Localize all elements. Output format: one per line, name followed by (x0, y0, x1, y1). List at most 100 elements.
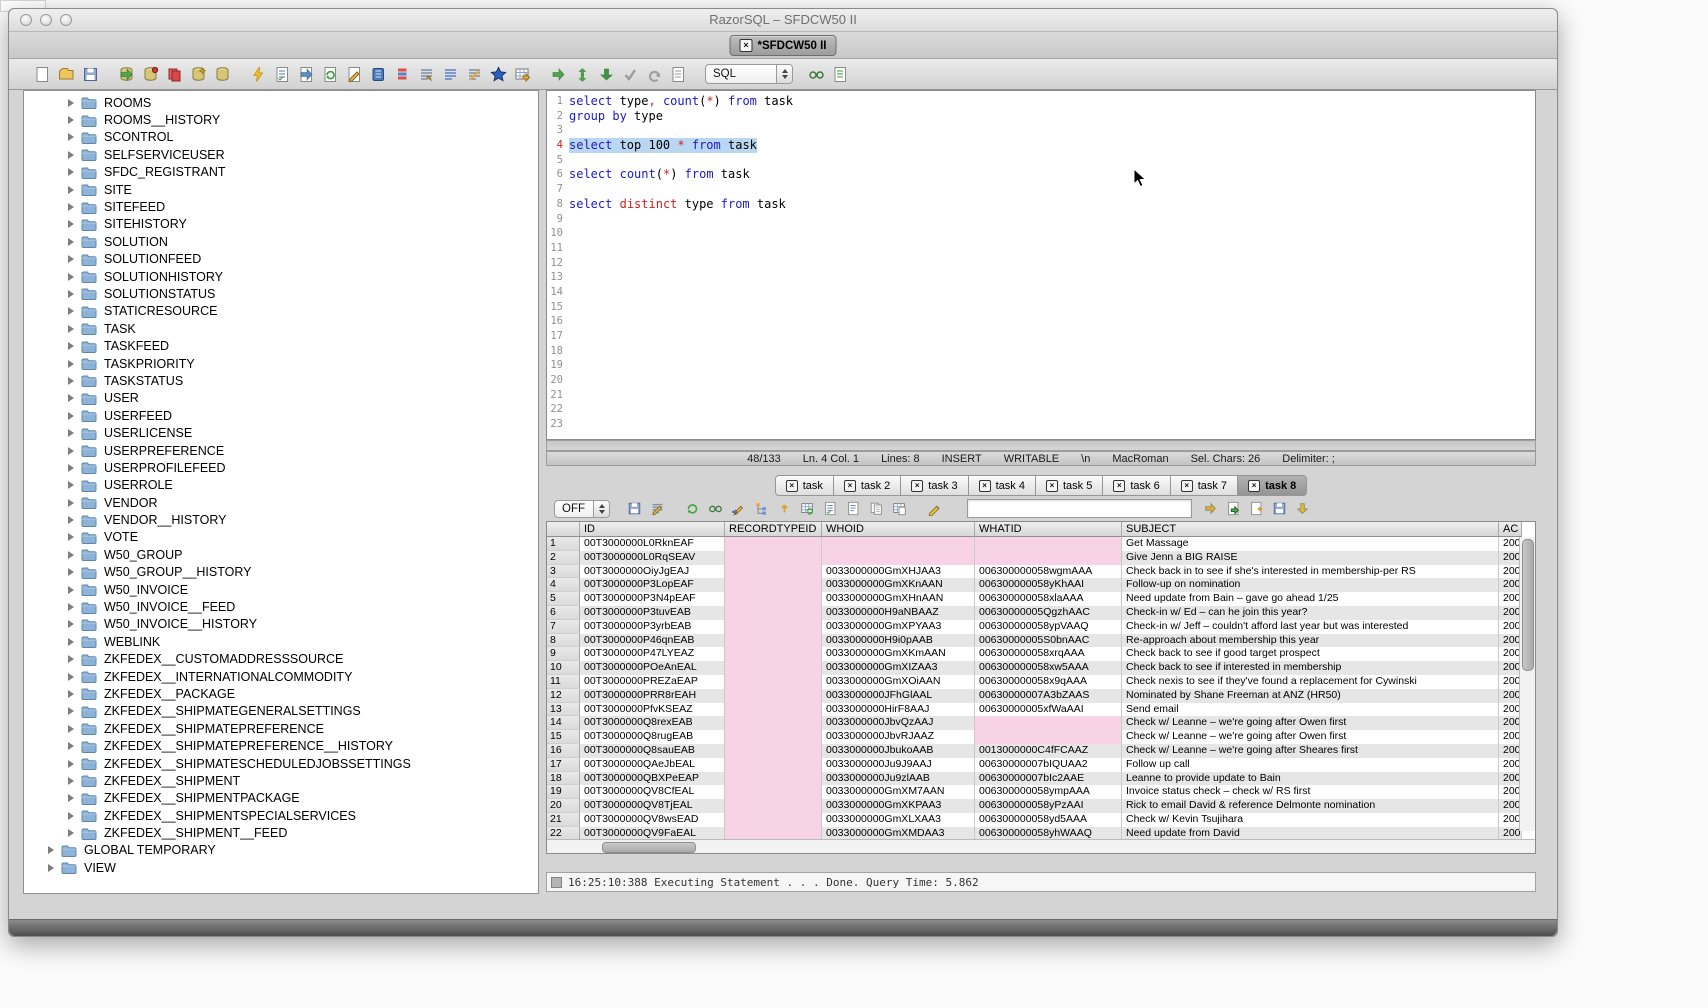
grid-row[interactable]: 1900T3000000QV8CfEAL0033000000GmXM7AAN00… (547, 785, 1535, 799)
grid-cell-id[interactable]: 00T3000000PfvKSEAZ (580, 703, 725, 717)
grid-cell-whatid[interactable]: 0013000000C4fFCAAZ (975, 744, 1122, 758)
grid-cell-subject[interactable]: Check w/ Leanne – we're going after Owen… (1122, 730, 1499, 744)
grid-row[interactable]: 800T3000000P46qnEAB0033000000H9i0pAAB006… (547, 634, 1535, 648)
document-tab[interactable]: × *SFDCW50 II (729, 35, 836, 56)
grid-cell-recordtypeid[interactable] (725, 592, 822, 606)
grid-cell-recordtypeid[interactable] (725, 565, 822, 579)
tree-view-icon[interactable] (753, 500, 770, 517)
grid-cell-whoid[interactable]: 0033000000HirF8AAJ (822, 703, 975, 717)
grid-cell-subject[interactable]: Get Massage (1122, 537, 1499, 551)
export-table-icon[interactable] (513, 65, 531, 83)
align-sql-icon[interactable] (441, 65, 459, 83)
grid-cell-whatid[interactable]: 00630000005QgzhAAC (975, 606, 1122, 620)
grid-cell-recordtypeid[interactable] (725, 744, 822, 758)
results-tab-task-6[interactable]: ×task 6 (1103, 475, 1170, 496)
results-search-input[interactable] (967, 499, 1192, 518)
grid-cell-whatid[interactable]: 00630000005S0bnAAC (975, 634, 1122, 648)
tab-close-icon[interactable]: × (739, 39, 752, 52)
disclosure-triangle-icon[interactable] (68, 603, 74, 611)
select-columns-icon[interactable] (273, 65, 291, 83)
grid-row[interactable]: 300T3000000OiyJgEAJ0033000000GmXHJAA3006… (547, 565, 1535, 579)
grid-cell-subject[interactable]: Check-in w/ Jeff – couldn't afford last … (1122, 620, 1499, 634)
export-results-icon[interactable] (1225, 500, 1242, 517)
column-header-whatid[interactable]: WHATID (975, 522, 1122, 537)
disclosure-triangle-icon[interactable] (68, 360, 74, 368)
copy-results-icon[interactable] (868, 500, 885, 517)
sidebar-item-rooms[interactable]: ROOMS (24, 94, 538, 111)
disclosure-triangle-icon[interactable] (68, 255, 74, 263)
highlight-icon[interactable] (926, 500, 943, 517)
refresh-objects-icon[interactable] (321, 65, 339, 83)
sidebar-item-scontrol[interactable]: SCONTROL (24, 129, 538, 146)
execute-file-icon[interactable] (297, 65, 315, 83)
grid-cell-recordtypeid[interactable] (725, 661, 822, 675)
grid-cell-subject[interactable]: Invoice status check – check w/ RS first (1122, 785, 1499, 799)
sidebar-item-userprofilefeed[interactable]: USERPROFILEFEED (24, 459, 538, 476)
disclosure-triangle-icon[interactable] (68, 377, 74, 385)
grid-row[interactable]: 700T3000000P3yrbEAB0033000000GmXPYAA3006… (547, 620, 1535, 634)
disclosure-triangle-icon[interactable] (68, 760, 74, 768)
disclosure-triangle-icon[interactable] (68, 151, 74, 159)
disclosure-triangle-icon[interactable] (68, 725, 74, 733)
disclosure-triangle-icon[interactable] (68, 794, 74, 802)
save-grid-icon[interactable] (1271, 500, 1288, 517)
disclosure-triangle-icon[interactable] (68, 116, 74, 124)
grid-cell-recordtypeid[interactable] (725, 799, 822, 813)
grid-cell-whoid[interactable]: 0033000000H9i0pAAB (822, 634, 975, 648)
column-header-ac[interactable]: AC (1499, 522, 1522, 537)
sidebar-item-weblink[interactable]: WEBLINK (24, 633, 538, 650)
sidebar-item-zkfedex-shipmatepreference-history[interactable]: ZKFEDEX__SHIPMATEPREFERENCE__HISTORY (24, 737, 538, 754)
grid-vertical-scrollbar[interactable] (1519, 537, 1535, 831)
sidebar-item-sitefeed[interactable]: SITEFEED (24, 198, 538, 215)
grid-cell-whatid[interactable]: 00630000005xfWaAAI (975, 703, 1122, 717)
disclosure-triangle-icon[interactable] (68, 707, 74, 715)
describe-table-icon[interactable] (345, 65, 363, 83)
sidebar-item-user[interactable]: USER (24, 390, 538, 407)
results-tab-task-4[interactable]: ×task 4 (969, 475, 1036, 496)
grid-row[interactable]: 1300T3000000PfvKSEAZ0033000000HirF8AAJ00… (547, 703, 1535, 717)
sidebar-item-w50-group-history[interactable]: W50_GROUP__HISTORY (24, 564, 538, 581)
disclosure-triangle-icon[interactable] (68, 342, 74, 350)
favorites-icon[interactable] (489, 65, 507, 83)
grid-cell-whoid[interactable]: 0033000000GmXKmAAN (822, 647, 975, 661)
grid-cell-whoid[interactable]: 0033000000GmXHJAA3 (822, 565, 975, 579)
sidebar-item-vendor[interactable]: VENDOR (24, 494, 538, 511)
grid-cell-recordtypeid[interactable] (725, 785, 822, 799)
sidebar-item-w50-invoice[interactable]: W50_INVOICE (24, 581, 538, 598)
tab-close-icon[interactable]: × (1113, 480, 1125, 492)
sidebar-item-vote[interactable]: VOTE (24, 529, 538, 546)
sidebar-item-taskfeed[interactable]: TASKFEED (24, 337, 538, 354)
refresh-results-icon[interactable] (684, 500, 701, 517)
grid-cell-id[interactable]: 00T3000000P3LopEAF (580, 578, 725, 592)
grid-cell-whoid[interactable]: 0033000000GmXLXAA3 (822, 813, 975, 827)
grid-cell-whoid[interactable]: 0033000000JbukoAAB (822, 744, 975, 758)
sidebar-item-zkfedex-shipmentspecialservices[interactable]: ZKFEDEX__SHIPMENTSPECIALSERVICES (24, 807, 538, 824)
grid-cell-subject[interactable]: Check nexis to see if they've found a re… (1122, 675, 1499, 689)
grid-cell-recordtypeid[interactable] (725, 758, 822, 772)
grid-row[interactable]: 900T3000000P47LYEAZ0033000000GmXKmAAN006… (547, 647, 1535, 661)
grid-cell-whatid[interactable]: 00630000007bIc2AAE (975, 772, 1122, 786)
grid-cell-subject[interactable]: Nominated by Shane Freeman at ANZ (HR50) (1122, 689, 1499, 703)
disclosure-triangle-icon[interactable] (68, 812, 74, 820)
disclosure-triangle-icon[interactable] (68, 777, 74, 785)
grid-cell-id[interactable]: 00T3000000L0RqSEAV (580, 551, 725, 565)
sidebar-item-solutionfeed[interactable]: SOLUTIONFEED (24, 251, 538, 268)
grid-cell-whoid[interactable]: 0033000000Ju9J9AAJ (822, 758, 975, 772)
sidebar-item-solution[interactable]: SOLUTION (24, 233, 538, 250)
grid-cell-whatid[interactable]: 006300000058x9qAAA (975, 675, 1122, 689)
sidebar-item-w50-invoice-history[interactable]: W50_INVOICE__HISTORY (24, 616, 538, 633)
grid-cell-whatid[interactable]: 006300000058xrqAAA (975, 647, 1122, 661)
fetch-down-icon[interactable] (597, 65, 615, 83)
grid-cell-subject[interactable]: Rick to email David & reference Delmonte… (1122, 799, 1499, 813)
grid-cell-whatid[interactable] (975, 551, 1122, 565)
results-tab-task[interactable]: ×task (775, 475, 834, 496)
sidebar-item-taskpriority[interactable]: TASKPRIORITY (24, 355, 538, 372)
disclosure-triangle-icon[interactable] (68, 568, 74, 576)
disclosure-triangle-icon[interactable] (68, 638, 74, 646)
grid-cell-recordtypeid[interactable] (725, 772, 822, 786)
sync-icon[interactable] (573, 65, 591, 83)
window-titlebar[interactable]: RazorSQL – SFDCW50 II (9, 9, 1557, 32)
grid-row[interactable]: 1200T3000000PRR8rEAH0033000000JFhGlAAL00… (547, 689, 1535, 703)
column-list-icon[interactable] (393, 65, 411, 83)
save-results-icon[interactable] (626, 500, 643, 517)
